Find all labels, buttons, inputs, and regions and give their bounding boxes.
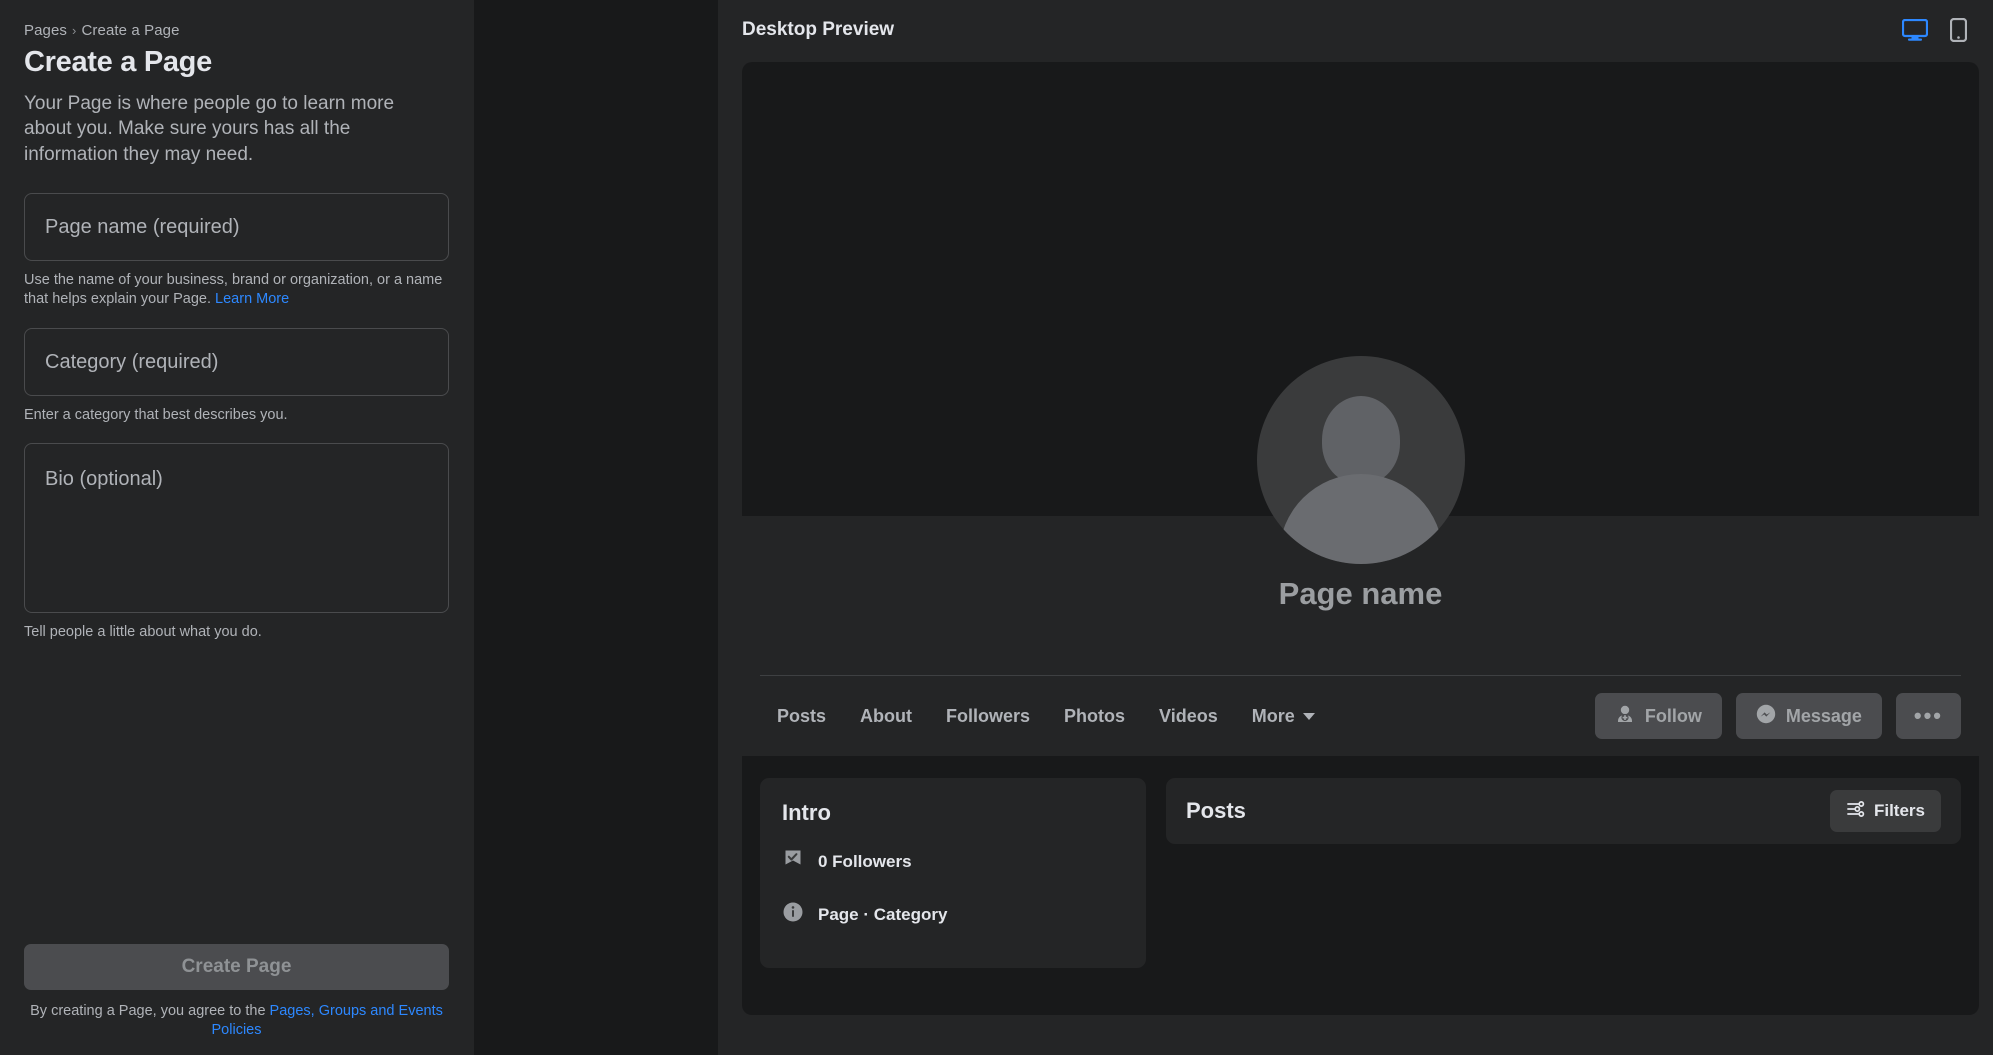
- preview-panel: Desktop Preview: [718, 0, 1993, 1055]
- preview-header: Desktop Preview: [718, 0, 1993, 60]
- intro-row-category: Page · Category: [782, 901, 1124, 928]
- preview-page-name: Page name: [742, 576, 1979, 612]
- legal-prefix-text: By creating a Page, you agree to the: [30, 1003, 269, 1019]
- followers-count-text: 0 Followers: [818, 852, 912, 872]
- create-page-form-panel: Pages › Create a Page Create a Page Your P…: [0, 0, 474, 1055]
- tabs-divider: [760, 675, 1961, 676]
- avatar: [1257, 356, 1465, 564]
- profile-tabs: Posts About Followers Photos Videos: [760, 684, 1961, 748]
- message-button-label: Message: [1786, 706, 1862, 727]
- messenger-icon: [1756, 704, 1776, 729]
- tab-more[interactable]: More: [1235, 696, 1332, 737]
- form-footer: Create Page By creating a Page, you agre…: [0, 944, 474, 1055]
- page-preview-card: Page name Posts About Followers Photos: [742, 62, 1979, 1015]
- breadcrumb: Pages › Create a Page: [24, 22, 450, 39]
- filters-button-label: Filters: [1874, 801, 1925, 821]
- posts-card: Posts Filters: [1166, 778, 1961, 844]
- tab-photos-label: Photos: [1064, 706, 1125, 727]
- tab-followers[interactable]: Followers: [929, 696, 1047, 737]
- category-input[interactable]: [45, 329, 428, 395]
- tab-posts[interactable]: Posts: [760, 696, 843, 737]
- tab-more-label: More: [1252, 706, 1295, 727]
- preview-title: Desktop Preview: [742, 19, 1902, 41]
- person-add-icon: [1615, 704, 1635, 729]
- breadcrumb-pages-link[interactable]: Pages: [24, 22, 67, 39]
- tab-videos-label: Videos: [1159, 706, 1218, 727]
- tab-posts-label: Posts: [777, 706, 826, 727]
- tab-videos[interactable]: Videos: [1142, 696, 1235, 737]
- tab-about-label: About: [860, 706, 912, 727]
- profile-header: Page name Posts About Followers Photos: [742, 516, 1979, 756]
- page-title: Create a Page: [24, 46, 450, 79]
- category-helper: Enter a category that best describes you…: [24, 406, 444, 426]
- tab-about[interactable]: About: [843, 696, 929, 737]
- create-page-button[interactable]: Create Page: [24, 944, 449, 990]
- info-circle-icon: [782, 901, 804, 928]
- preview-feed: Intro 0 Followers: [742, 756, 1979, 1015]
- posts-card-title: Posts: [1186, 798, 1830, 824]
- followers-badge-icon: [782, 848, 804, 875]
- device-toggle: [1902, 18, 1967, 42]
- bio-textarea[interactable]: [45, 466, 428, 590]
- desktop-monitor-icon[interactable]: [1902, 19, 1928, 41]
- intro-card-title: Intro: [782, 800, 1124, 826]
- page-name-input[interactable]: [45, 194, 428, 260]
- filters-button[interactable]: Filters: [1830, 790, 1941, 832]
- intro-card: Intro 0 Followers: [760, 778, 1146, 968]
- create-page-screen: Pages › Create a Page Create a Page Your P…: [0, 0, 1993, 1055]
- category-field[interactable]: [24, 328, 449, 396]
- bio-helper: Tell people a little about what you do.: [24, 623, 444, 643]
- avatar-body-shape: [1279, 474, 1443, 564]
- more-options-button[interactable]: •••: [1896, 693, 1961, 739]
- page-name-helper: Use the name of your business, brand or …: [24, 271, 444, 310]
- page-description: Your Page is where people go to learn mo…: [24, 91, 444, 167]
- intro-row-followers: 0 Followers: [782, 848, 1124, 875]
- breadcrumb-current: Create a Page: [81, 22, 179, 39]
- legal-disclaimer: By creating a Page, you agree to the Pag…: [24, 1002, 449, 1041]
- breadcrumb-separator: ›: [72, 23, 76, 38]
- tab-photos[interactable]: Photos: [1047, 696, 1142, 737]
- tab-followers-label: Followers: [946, 706, 1030, 727]
- chevron-down-icon: [1303, 713, 1315, 720]
- bio-field[interactable]: [24, 443, 449, 613]
- learn-more-link[interactable]: Learn More: [215, 291, 289, 307]
- follow-button-label: Follow: [1645, 706, 1702, 727]
- message-button[interactable]: Message: [1736, 693, 1882, 739]
- follow-button[interactable]: Follow: [1595, 693, 1722, 739]
- avatar-head-shape: [1322, 396, 1400, 484]
- page-category-text: Page · Category: [818, 905, 947, 925]
- page-name-field[interactable]: [24, 193, 449, 261]
- mobile-phone-icon[interactable]: [1950, 18, 1967, 42]
- profile-action-buttons: Follow Message •: [1595, 693, 1961, 739]
- form-scroll-area: Pages › Create a Page Create a Page Your P…: [0, 0, 474, 944]
- sliders-icon: [1846, 799, 1865, 823]
- content-gutter: [474, 0, 718, 1055]
